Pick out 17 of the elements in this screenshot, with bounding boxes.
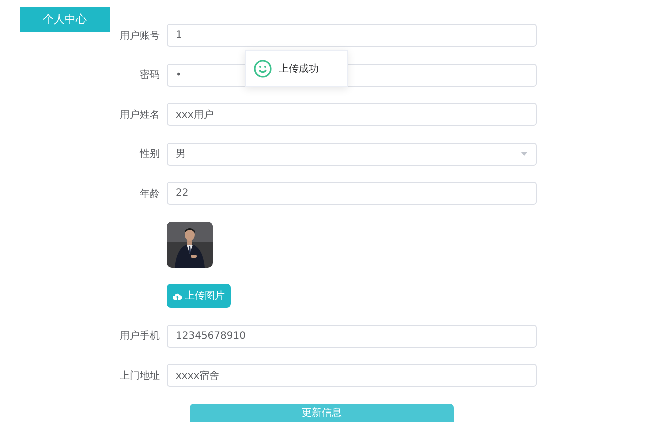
smiley-icon xyxy=(254,60,272,78)
field-label: 密码 xyxy=(139,68,160,82)
caret-icon xyxy=(521,152,528,156)
input-field[interactable]: 22 xyxy=(167,182,537,205)
toast-text: 上传成功 xyxy=(279,62,319,76)
input-field[interactable]: xxxx宿舍 xyxy=(167,364,537,387)
input-field[interactable]: 12345678910 xyxy=(167,324,537,348)
field-label: 用户账号 xyxy=(119,30,160,42)
field-label: 年龄 xyxy=(139,188,160,200)
field-label: 上门地址 xyxy=(119,370,160,382)
field-label: 用户姓名 xyxy=(119,108,160,122)
input-field[interactable]: 1 xyxy=(167,24,537,47)
field-label: 性别 xyxy=(138,148,160,161)
select-field[interactable]: 男 xyxy=(167,142,537,166)
cloud-upload-icon xyxy=(173,292,182,300)
input-field[interactable]: xxx用户 xyxy=(167,103,537,126)
field-label: 用户手机 xyxy=(119,330,160,343)
